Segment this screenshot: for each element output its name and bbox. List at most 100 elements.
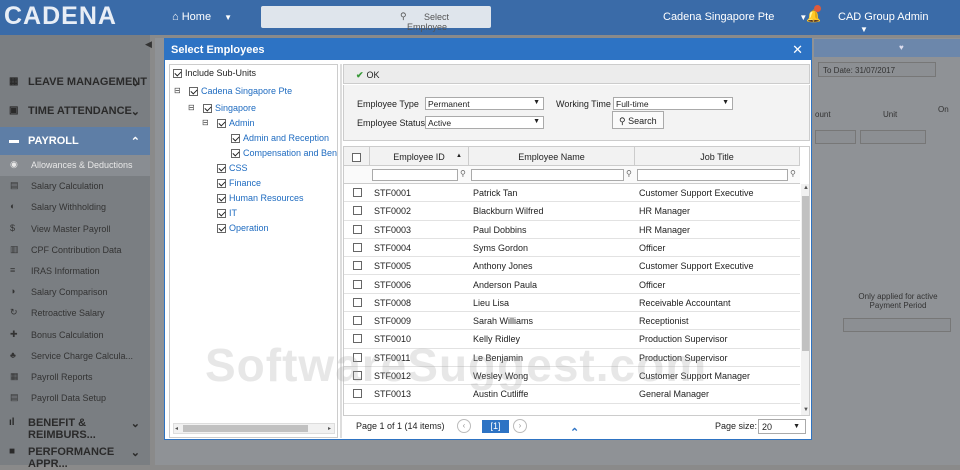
row-checkbox[interactable] [353,188,362,197]
checkbox[interactable] [217,224,226,234]
page-size-select[interactable]: 20 ▼ [758,419,806,434]
checkbox[interactable] [217,164,226,174]
tree-node[interactable]: Cadena Singapore Pte [189,86,292,97]
checkbox[interactable] [231,134,240,144]
tree-node[interactable]: IT [217,208,237,219]
collapse-arrow-icon[interactable]: ◀ [145,39,152,50]
sidebar-item-label: View Master Payroll [31,223,111,234]
scroll-left-icon[interactable]: ◂ [175,425,178,432]
cell-name: Blackburn Wilfred [473,206,544,217]
row-checkbox[interactable] [353,224,362,234]
filter-icon[interactable]: ⚲ [626,169,632,178]
background-cell [860,130,926,144]
employee-type-select[interactable]: Permanent ▼ [425,97,544,110]
calendar-icon: ▦ [9,76,19,87]
tree-node[interactable]: Singapore [203,103,256,114]
row-checkbox[interactable] [353,261,362,271]
col-employee-name[interactable]: Employee Name [469,147,635,166]
sidebar-item-payroll[interactable]: ◐ Salary Withholding [0,197,150,218]
checkbox[interactable] [217,179,226,189]
background-note: Only applied for active Payment Period [858,292,938,310]
ok-button[interactable]: ✔ OK [343,64,810,84]
row-checkbox[interactable] [353,297,362,307]
table-row[interactable]: STF0002 Blackburn Wilfred HR Manager [344,202,800,221]
sidebar-section-payroll[interactable]: ▬ PAYROLL ⌃ [0,127,150,156]
table-row[interactable]: STF0008 Lieu Lisa Receivable Accountant [344,294,800,313]
tree-node[interactable]: Operation [217,223,269,234]
table-row[interactable]: STF0009 Sarah Williams Receptionist [344,312,800,331]
cell-name: Patrick Tan [473,188,518,198]
table-row[interactable]: STF0003 Paul Dobbins HR Manager [344,221,800,239]
grid-vertical-scrollbar[interactable]: ▲ ▼ [801,184,809,415]
sidebar-item-payroll[interactable]: ≡ IRAS Information [0,261,150,282]
table-row[interactable]: STF0006 Anderson Paula Officer [344,276,800,294]
include-subunits-checkbox[interactable]: Include Sub-Units [173,68,256,79]
sidebar-item-payroll[interactable]: ✚ Bonus Calculation [0,325,150,346]
sidebar-section-performance[interactable]: ■ PERFORMANCE APPR... ⌄ [0,438,150,470]
tree-horizontal-scrollbar[interactable]: ◂ ▸ [173,423,335,434]
collapse-node-icon[interactable]: ⊟ [202,118,209,127]
checkbox[interactable] [173,69,182,79]
col-job-title[interactable]: Job Title [635,147,800,166]
scrollbar-thumb[interactable] [183,425,308,432]
collapse-node-icon[interactable]: ⊟ [174,86,181,95]
tree-node[interactable]: Admin and Reception [231,133,329,144]
user-menu[interactable]: CAD Group Admin ▼ [838,11,960,35]
checkbox[interactable] [203,104,212,114]
table-row[interactable]: STF0001 Patrick Tan Customer Support Execu… [344,184,800,203]
working-time-select[interactable]: Full-time ▼ [613,97,733,110]
row-checkbox[interactable] [353,206,362,216]
setup-icon: ▤ [10,392,19,403]
sidebar-item-payroll[interactable]: ♣ Service Charge Calcula... [0,346,150,367]
close-icon[interactable]: ✕ [792,42,803,58]
sidebar-item-payroll[interactable]: ▤ Payroll Data Setup [0,388,150,409]
collapse-node-icon[interactable]: ⊟ [188,103,195,112]
checkbox[interactable] [217,209,226,219]
search-button[interactable]: ⚲ Search [612,111,664,129]
prev-page-icon[interactable]: ‹ [457,419,471,433]
next-page-icon[interactable]: › [513,419,527,433]
filter-icon[interactable]: ⚲ [460,169,466,178]
col-employee-id[interactable]: Employee ID ▲ [370,147,469,166]
tree-node[interactable]: Finance [217,178,261,189]
scrollbar-thumb[interactable] [802,196,809,351]
company-selector[interactable]: Cadena Singapore Pte ▼ [663,11,807,23]
row-checkbox[interactable] [353,316,362,326]
employee-id-filter-input[interactable] [372,169,458,181]
scroll-right-icon[interactable]: ▸ [328,425,331,432]
job-title-filter-input[interactable] [637,169,788,181]
employee-status-select[interactable]: Active ▼ [425,116,544,129]
sidebar-item-payroll[interactable]: $ View Master Payroll [0,219,150,240]
checkbox[interactable] [189,87,198,97]
sidebar-item-payroll[interactable]: ▤ Salary Calculation [0,176,150,197]
checkbox[interactable] [217,119,226,129]
checkbox[interactable] [217,194,226,204]
chevron-up-icon[interactable]: ⌃ [570,426,579,439]
table-row[interactable]: STF0005 Anthony Jones Customer Support Exe… [344,257,800,276]
row-checkbox[interactable] [353,279,362,289]
sidebar-section-benefit[interactable]: ıl BENEFIT & REIMBURS... ⌄ [0,409,150,441]
table-row[interactable]: STF0004 Syms Gordon Officer [344,239,800,258]
tree-node[interactable]: Human Resources [217,193,304,204]
home-button[interactable]: ⌂ Home ▼ [172,11,232,23]
tree-node[interactable]: CSS [217,163,248,174]
employee-name-filter-input[interactable] [471,169,624,181]
tree-node[interactable]: Compensation and Ben [231,148,337,159]
scroll-up-icon[interactable]: ▲ [803,185,809,191]
sidebar-item-payroll[interactable]: ▥ CPF Contribution Data [0,240,150,261]
employee-search-input[interactable]: ⚲ Select Employee [261,6,491,32]
sidebar-item-payroll[interactable]: ◑ Salary Comparison [0,282,150,303]
sidebar-item-payroll[interactable]: ↻ Retroactive Salary [0,303,150,324]
current-page-button[interactable]: [1] [482,420,509,433]
tree-node[interactable]: Admin [217,118,255,129]
checkbox[interactable] [231,149,240,159]
sidebar-item-payroll[interactable]: ▦ Payroll Reports [0,367,150,388]
select-all-checkbox[interactable] [352,153,361,163]
row-checkbox[interactable] [353,242,362,252]
sidebar-section-leave[interactable]: ▦ LEAVE MANAGEMENT ⌄ [0,68,150,97]
sidebar-item-payroll[interactable]: ◉ Allowances & Deductions [0,155,150,176]
sidebar-section-time[interactable]: ▣ TIME ATTENDANCE ⌄ [0,97,150,126]
tree-node-label: CSS [229,163,248,173]
filter-icon[interactable]: ⚲ [790,169,796,178]
scroll-down-icon[interactable]: ▼ [803,407,809,413]
